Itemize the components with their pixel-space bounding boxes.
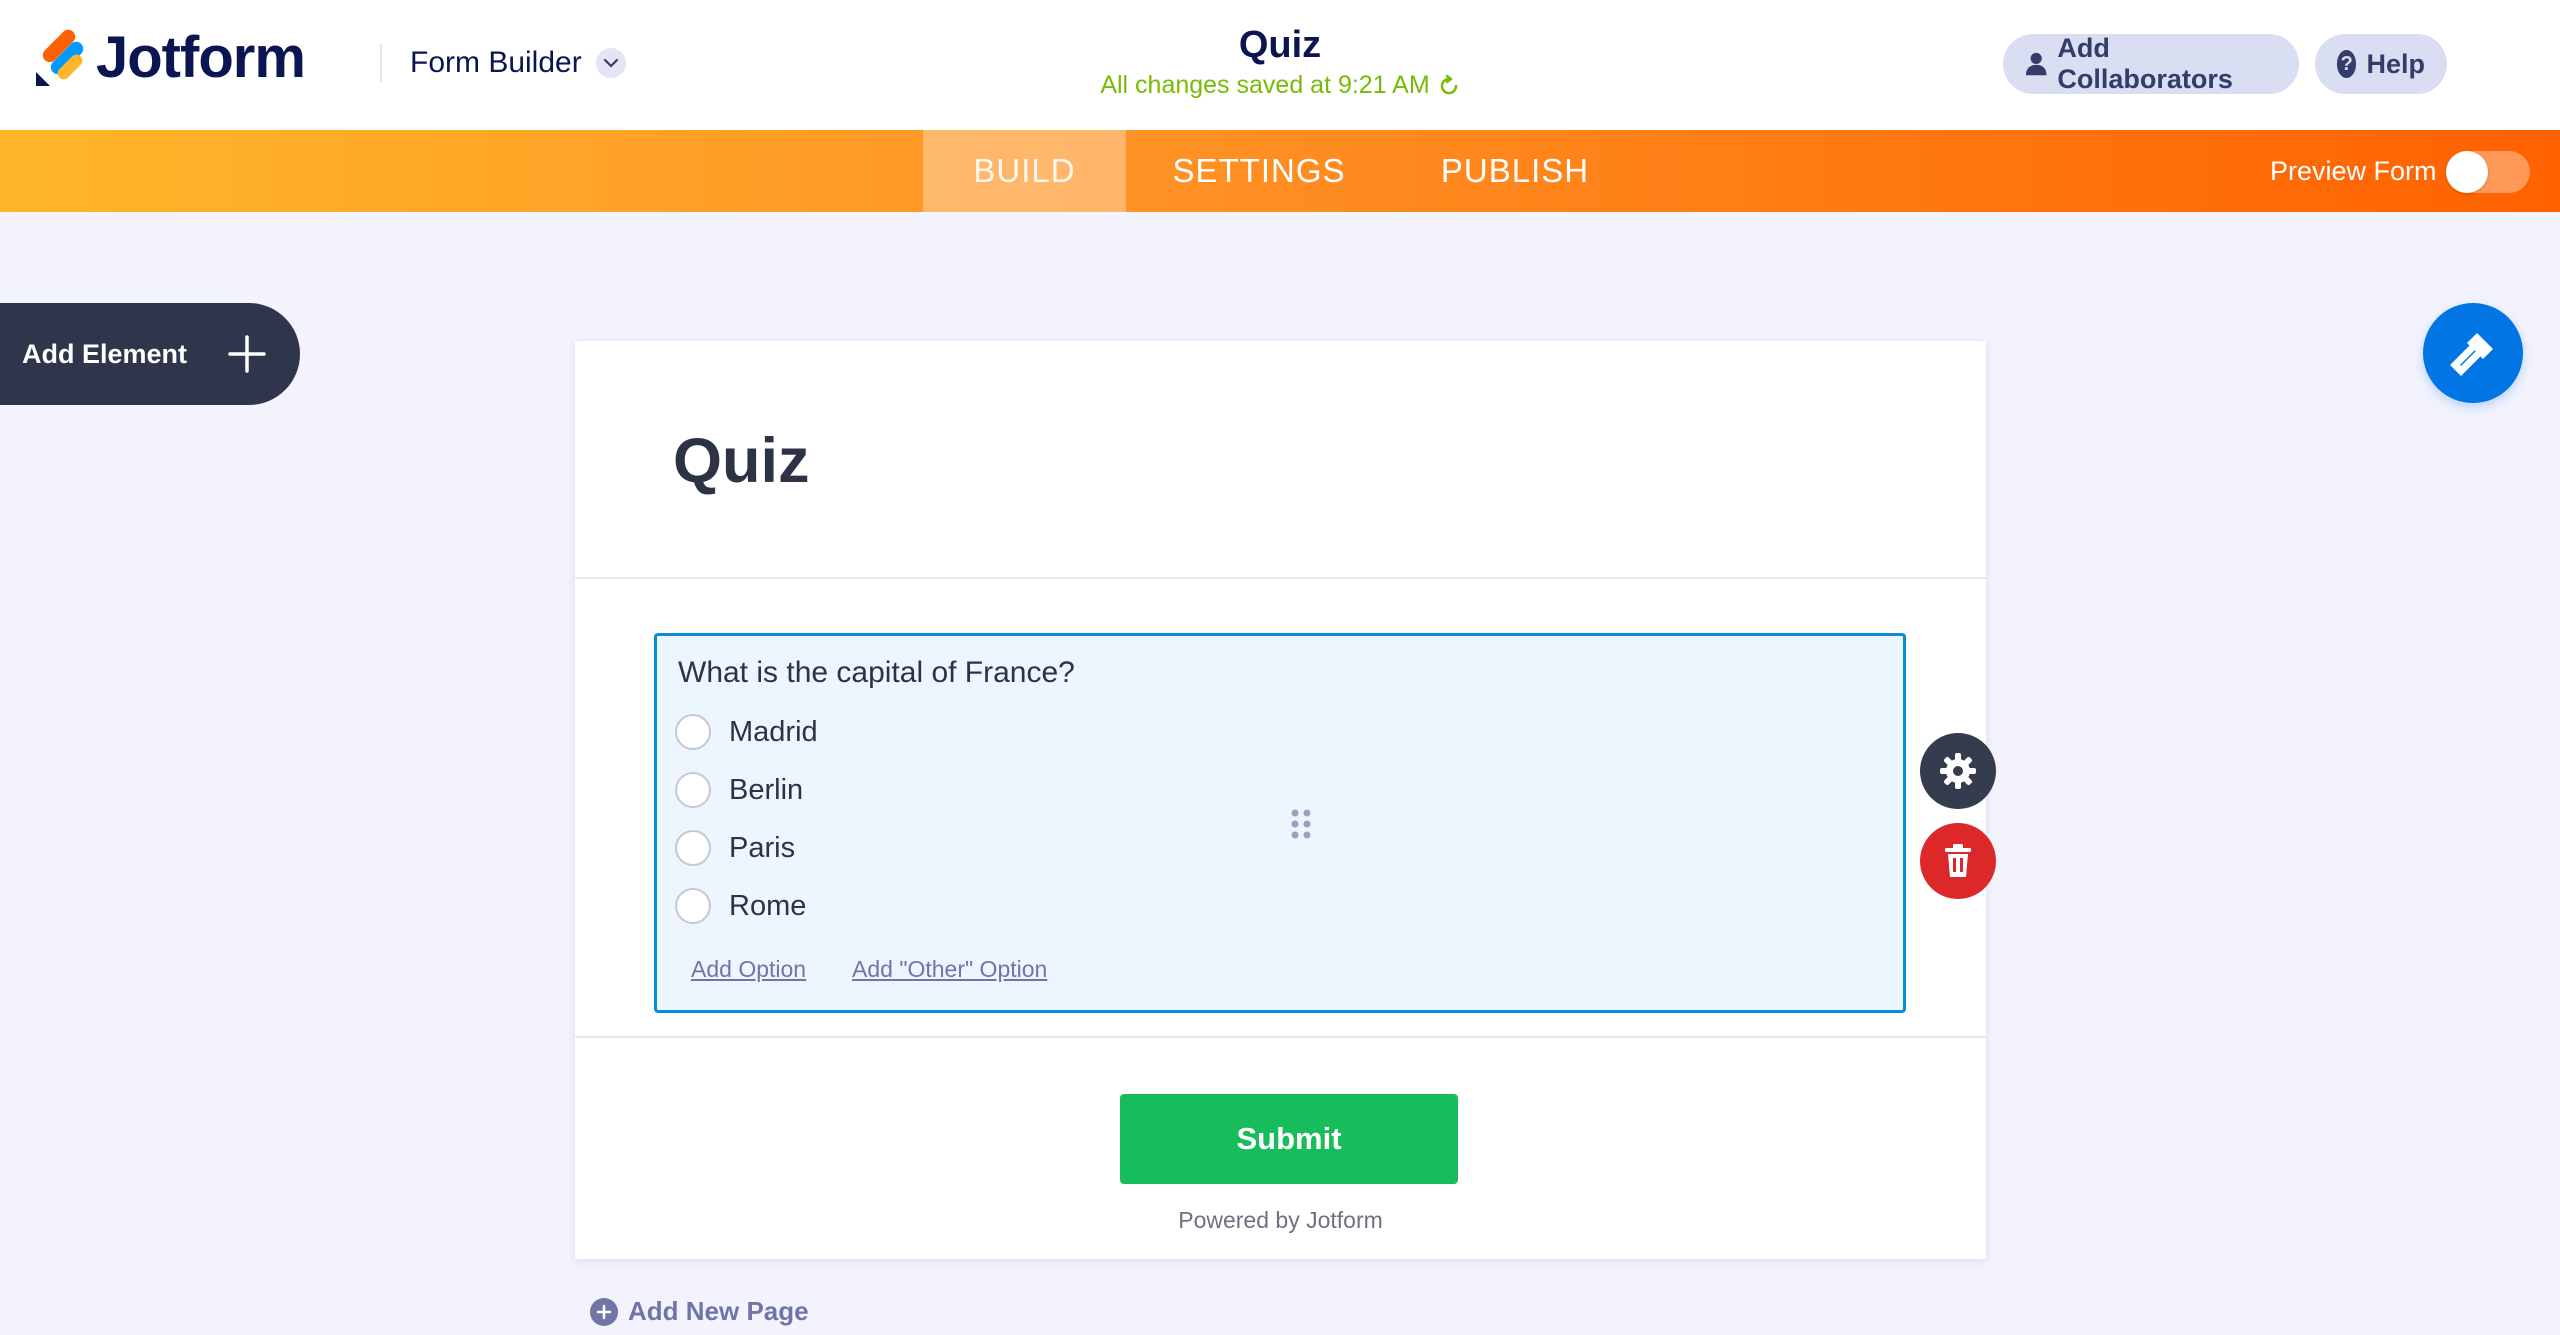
radio-button[interactable] (675, 888, 711, 924)
question-divider (575, 1036, 1986, 1038)
gear-icon (1940, 753, 1976, 789)
radio-button[interactable] (675, 714, 711, 750)
option-madrid[interactable]: Madrid (675, 714, 818, 750)
paint-roller-icon (2450, 333, 2493, 376)
plus-circle-icon (590, 1297, 618, 1326)
option-berlin[interactable]: Berlin (675, 772, 803, 808)
add-new-page-button[interactable]: Add New Page (590, 1296, 809, 1327)
help-label: Help (2366, 48, 2425, 79)
radio-button[interactable] (675, 772, 711, 808)
plus-icon (228, 335, 266, 373)
question-field[interactable]: What is the capital of France? Madrid Be… (654, 633, 1906, 1013)
jotform-logo-icon (36, 29, 84, 86)
add-element-button[interactable]: Add Element (0, 303, 300, 405)
option-paris[interactable]: Paris (675, 830, 795, 866)
option-label: Rome (729, 889, 807, 922)
form-builder-label: Form Builder (410, 46, 582, 79)
question-label[interactable]: What is the capital of France? (678, 656, 1075, 690)
radio-button[interactable] (675, 830, 711, 866)
saved-status: All changes saved at 9:21 AM (1100, 71, 1459, 100)
option-label: Madrid (729, 715, 818, 748)
jotform-logo[interactable]: Jotform (34, 25, 306, 90)
user-icon (2025, 52, 2047, 76)
heading-divider (575, 577, 1986, 579)
saved-status-text: All changes saved at 9:21 AM (1100, 71, 1430, 99)
drag-handle-icon[interactable] (1290, 808, 1312, 840)
add-collaborators-label: Add Collaborators (2057, 33, 2233, 94)
preview-form-toggle[interactable] (2446, 151, 2530, 193)
top-header: Jotform Form Builder Quiz All changes sa… (0, 0, 2560, 130)
tab-build[interactable]: BUILD (923, 130, 1126, 212)
builder-nav: BUILD SETTINGS PUBLISH Preview Form (0, 130, 2560, 212)
powered-by-text: Powered by Jotform (1178, 1207, 1383, 1233)
delete-field-button[interactable] (1920, 823, 1996, 899)
add-element-label: Add Element (22, 338, 188, 369)
form-builder-menu[interactable]: Form Builder (410, 46, 626, 80)
add-option-link[interactable]: Add Option (691, 956, 806, 983)
header-divider (380, 44, 382, 82)
toggle-knob (2446, 151, 2488, 193)
help-icon: ? (2337, 50, 2357, 78)
brand-name: Jotform (96, 25, 306, 90)
form-designer-button[interactable] (2423, 303, 2523, 403)
form-heading[interactable]: Quiz (673, 425, 810, 497)
option-rome[interactable]: Rome (675, 888, 806, 924)
form-card: Quiz What is the capital of France? Madr… (575, 341, 1986, 1259)
submit-button[interactable]: Submit (1120, 1094, 1458, 1184)
option-label: Berlin (729, 773, 804, 806)
preview-form-label: Preview Form (2270, 156, 2437, 186)
trash-icon (1945, 844, 1971, 877)
add-other-option-link[interactable]: Add "Other" Option (852, 956, 1047, 983)
add-collaborators-button[interactable]: Add Collaborators (2003, 33, 2299, 94)
help-button[interactable]: ? Help (2315, 34, 2447, 94)
field-properties-button[interactable] (1920, 733, 1996, 809)
refresh-icon (1440, 74, 1457, 94)
tab-settings[interactable]: SETTINGS (1126, 130, 1392, 212)
tab-publish[interactable]: PUBLISH (1392, 130, 1638, 212)
add-new-page-label: Add New Page (628, 1296, 809, 1326)
option-label: Paris (729, 831, 796, 864)
chevron-down-icon (595, 48, 626, 78)
